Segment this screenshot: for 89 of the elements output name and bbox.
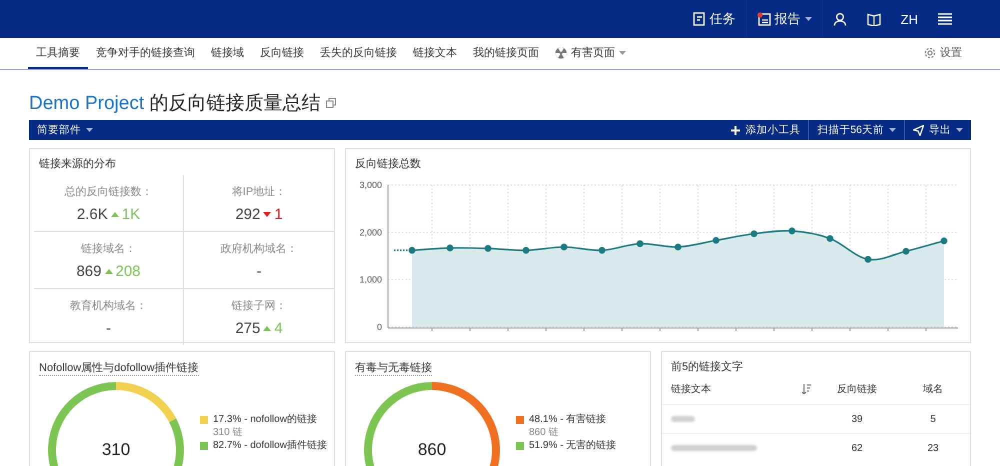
legend-label: 48.1% - 有害链接 bbox=[529, 414, 606, 426]
widgets-dropdown[interactable]: 简要部件 bbox=[29, 120, 101, 140]
nav-tab[interactable]: 工具摘要 bbox=[28, 38, 88, 69]
data-point bbox=[750, 230, 758, 238]
add-widget-button[interactable]: 添加小工具 bbox=[723, 120, 808, 140]
card-title[interactable]: 有毒与无毒链接 bbox=[355, 360, 432, 376]
stat-delta: 208 bbox=[116, 262, 141, 280]
caret-icon bbox=[889, 128, 896, 132]
stat-value: 275 bbox=[235, 320, 260, 336]
stat-label: 教育机构域名： bbox=[70, 298, 147, 312]
plus-icon bbox=[731, 126, 740, 134]
nav-tab[interactable]: 竞争对手的链接查询 bbox=[88, 38, 203, 69]
export-dropdown[interactable]: 导出 bbox=[904, 120, 971, 140]
legend-count: 860 链 bbox=[529, 426, 560, 439]
paper-plane-icon bbox=[913, 124, 924, 136]
nav-tab[interactable]: 丢失的反向链接 bbox=[312, 38, 405, 69]
stat-delta: 4 bbox=[274, 320, 283, 336]
reports-button[interactable]: 报告 bbox=[746, 0, 822, 38]
settings-button[interactable]: 设置 bbox=[916, 38, 970, 69]
data-point bbox=[712, 236, 720, 244]
stat-value: - bbox=[256, 262, 262, 280]
stat-label: 总的反向链接数： bbox=[64, 184, 152, 198]
table-cell-text: 39 bbox=[850, 414, 864, 424]
data-point bbox=[788, 228, 796, 234]
data-point bbox=[864, 256, 872, 263]
card-title: 链接来源的分布 bbox=[38, 156, 117, 171]
settings-icon bbox=[924, 46, 936, 58]
axis-label: 1,000 bbox=[359, 274, 382, 285]
caret-icon bbox=[86, 128, 93, 132]
data-point bbox=[902, 248, 910, 255]
data-point bbox=[674, 244, 682, 250]
nav-tab[interactable]: 链接域 bbox=[203, 38, 252, 69]
table-cell-text: 23 bbox=[926, 442, 940, 454]
nav-tab[interactable]: 我的链接页面 bbox=[465, 38, 547, 69]
stat-delta: 1 bbox=[274, 206, 283, 222]
radiation-icon bbox=[555, 46, 567, 58]
table-cell-text: 5 bbox=[929, 414, 937, 424]
card-title[interactable]: Nofollow属性与dofollow插件链接 bbox=[39, 360, 199, 376]
legend-count: 310 链 bbox=[213, 426, 244, 439]
data-point bbox=[636, 240, 644, 248]
stat-delta: 1K bbox=[122, 206, 140, 222]
user-icon bbox=[832, 12, 847, 26]
column-header[interactable]: 域名 bbox=[905, 382, 961, 396]
page-title: Demo Project 的反向链接质量总结 bbox=[29, 92, 320, 116]
card-title: 反向链接总数 bbox=[354, 156, 422, 171]
nav-tab[interactable]: 链接文本 bbox=[405, 38, 465, 69]
stat-label: 政府机构域名： bbox=[220, 242, 298, 256]
legend-label: 82.7% - dofollow插件链接 bbox=[213, 440, 327, 452]
caret-icon bbox=[804, 17, 812, 21]
stat-value: 292 bbox=[235, 206, 260, 222]
data-point bbox=[522, 246, 530, 254]
stat-value: - bbox=[106, 320, 111, 336]
data-point bbox=[446, 244, 454, 252]
language-button[interactable]: ZH bbox=[890, 0, 928, 38]
axis-label: 2,000 bbox=[359, 227, 382, 238]
stat-value: 869 bbox=[76, 262, 102, 280]
nav-tab[interactable]: 反向链接 bbox=[252, 38, 312, 69]
blurred-text-placeholder bbox=[671, 416, 695, 422]
column-header[interactable]: 反向链接 bbox=[827, 382, 887, 396]
axis-label: 0 bbox=[376, 322, 382, 332]
table-cell-text: 62 bbox=[850, 442, 864, 454]
book-icon bbox=[866, 12, 881, 26]
caret-icon bbox=[619, 50, 626, 54]
data-point bbox=[940, 237, 948, 244]
scan-date-dropdown[interactable]: 扫描于56天前 bbox=[808, 120, 904, 140]
stat-label: 将IP地址： bbox=[232, 184, 286, 198]
report-icon bbox=[756, 12, 771, 26]
menu-icon bbox=[938, 13, 952, 25]
axis-label: 3,000 bbox=[359, 180, 382, 190]
sort-icon[interactable] bbox=[802, 384, 811, 394]
donut-total: 310 bbox=[102, 440, 130, 460]
column-header[interactable]: 链接文本 bbox=[671, 382, 802, 396]
clipboard-icon bbox=[692, 12, 706, 26]
nav-tab[interactable]: 有害页面 bbox=[547, 38, 634, 69]
copy-icon[interactable] bbox=[326, 98, 336, 108]
data-point bbox=[598, 246, 606, 254]
data-point bbox=[560, 244, 568, 250]
legend-label: 17.3% - nofollow的链接 bbox=[213, 414, 317, 426]
data-point bbox=[484, 245, 492, 252]
stat-label: 链接域名： bbox=[81, 242, 136, 256]
legend-label: 51.9% - 无害的链接 bbox=[529, 440, 616, 452]
data-point bbox=[408, 246, 416, 254]
tasks-button[interactable]: 任务 bbox=[682, 0, 746, 38]
caret-icon bbox=[956, 128, 963, 132]
data-point bbox=[826, 235, 834, 242]
stat-label: 链接子网： bbox=[232, 298, 286, 312]
stat-value: 2.6K bbox=[76, 206, 108, 222]
donut-total: 860 bbox=[418, 440, 446, 460]
card-title: 前5的链接文字 bbox=[670, 360, 744, 374]
